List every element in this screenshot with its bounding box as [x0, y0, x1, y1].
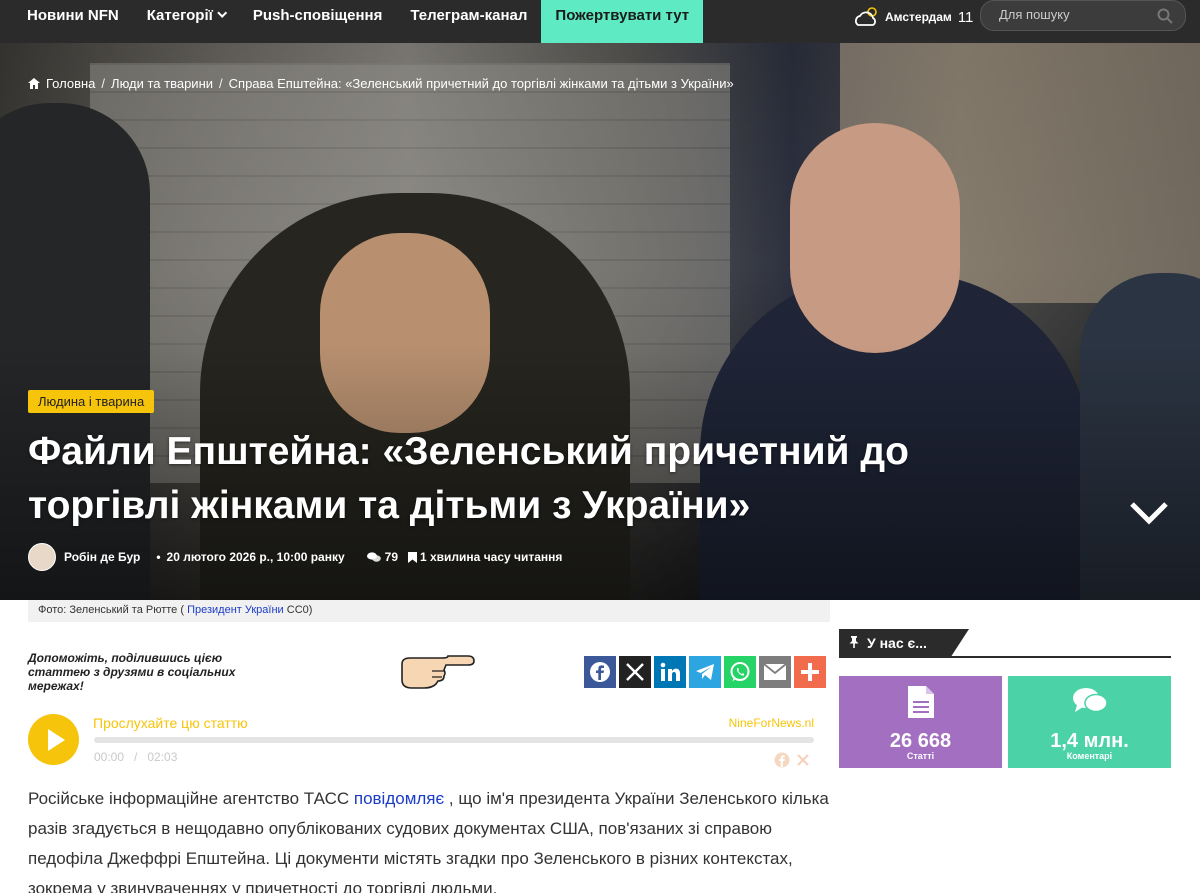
whatsapp-icon — [730, 662, 750, 682]
hero-image: Головна / Люди та тварини / Справа Епште… — [0, 43, 1200, 600]
weather-widget[interactable]: Амстердам 11 — [853, 6, 973, 28]
article-meta: Робін де Бур • 20 лютого 2026 р., 10:00 … — [28, 543, 562, 571]
breadcrumb-separator: / — [101, 76, 106, 91]
author-name[interactable]: Робін де Бур — [64, 550, 140, 564]
pin-icon — [849, 636, 859, 648]
chevron-down-icon[interactable] — [1128, 498, 1170, 528]
chevron-down-icon — [217, 8, 228, 18]
bookmark-icon — [408, 551, 417, 563]
author-avatar[interactable] — [28, 543, 56, 571]
audio-title: Прослухайте цю статтю — [93, 715, 248, 731]
telegram-icon — [696, 664, 714, 680]
share-telegram-button[interactable] — [689, 656, 721, 688]
nav-item-telegram[interactable]: Телеграм-канал — [396, 0, 541, 43]
audio-progress-bar[interactable] — [94, 737, 814, 743]
search-input[interactable] — [999, 7, 1149, 22]
cloud-sun-icon — [855, 7, 877, 26]
articles-count: 26 668 — [889, 730, 952, 752]
breadcrumb: Головна / Люди та тварини / Справа Епште… — [28, 76, 734, 91]
x-icon — [626, 663, 644, 681]
sidebar-heading: У нас є... — [839, 629, 969, 657]
share-x-button[interactable] — [619, 656, 651, 688]
read-time: 1 хвилина часу читання — [408, 550, 562, 564]
photo-caption: Фото: Зеленський та Рютте ( Президент Ук… — [28, 600, 830, 622]
facebook-icon[interactable] — [774, 752, 790, 768]
share-email-button[interactable] — [759, 656, 791, 688]
breadcrumb-section[interactable]: Люди та тварини — [111, 76, 213, 91]
share-facebook-button[interactable] — [584, 656, 616, 688]
category-badge[interactable]: Людина і тварина — [28, 390, 155, 413]
document-icon — [907, 686, 934, 718]
audio-brand-link[interactable]: NineForNews.nl — [729, 716, 814, 730]
weather-temperature: 11 — [957, 8, 974, 26]
article-title: Файли Епштейна: «Зеленський причетний до… — [28, 430, 909, 527]
search-box — [980, 0, 1186, 31]
document-icon-wrap — [839, 686, 1002, 718]
source-link[interactable]: повідомляє — [354, 789, 444, 808]
audio-times: 00:00 / 02:03 — [94, 750, 177, 764]
nav-item-categories-label: Категорії — [146, 7, 213, 24]
x-icon[interactable] — [796, 753, 810, 767]
audio-current-time: 00:00 — [94, 750, 125, 764]
pointing-hand-icon — [401, 655, 475, 689]
comments-stat-box[interactable]: 1,4 млн. Коментарі — [1008, 676, 1171, 768]
linkedin-icon — [660, 662, 680, 681]
share-linkedin-button[interactable] — [654, 656, 686, 688]
audio-player: Прослухайте цю статтю NineForNews.nl 00:… — [28, 712, 828, 772]
nav-item-news[interactable]: Новини NFN — [0, 0, 133, 43]
email-icon — [763, 663, 787, 680]
facebook-icon — [590, 662, 610, 682]
weather-city: Амстердам — [885, 10, 952, 24]
article-date: 20 лютого 2026 р., 10:00 ранку — [166, 550, 345, 564]
comments-count-value: 79 — [384, 550, 398, 564]
share-more-button[interactable] — [794, 656, 826, 688]
read-time-text: 1 хвилина часу читання — [420, 550, 563, 564]
breadcrumb-separator: / — [219, 76, 223, 91]
articles-label: Статті — [906, 751, 935, 761]
share-whatsapp-button[interactable] — [724, 656, 756, 688]
comments-icon-wrap — [1008, 686, 1171, 716]
share-prompt: Допоможіть, поділившись цією статтею з д… — [28, 651, 236, 693]
breadcrumb-current: Справа Епштейна: «Зеленський причетний д… — [228, 76, 734, 91]
audio-duration: 02:03 — [147, 750, 178, 764]
articles-stat-box[interactable]: 26 668 Статті — [839, 676, 1002, 768]
hero-face-rutte — [790, 123, 960, 353]
body-text-start: Російське інформаційне агентство ТАСС — [28, 789, 354, 808]
comments-icon — [1072, 688, 1108, 713]
search-icon[interactable] — [1157, 8, 1173, 24]
comments-label: Коментарі — [1066, 751, 1113, 761]
sidebar-divider — [839, 656, 1171, 658]
caption-link[interactable]: Президент України — [187, 604, 284, 616]
nav-item-push[interactable]: Push-сповіщення — [239, 0, 397, 43]
sidebar-heading-text: У нас є... — [867, 635, 927, 651]
play-button[interactable] — [28, 714, 79, 765]
time-separator: / — [134, 750, 138, 764]
donate-button[interactable]: Пожертвувати тут — [541, 0, 704, 43]
plus-icon — [801, 663, 819, 681]
caption-suffix: CC0) — [286, 604, 313, 616]
breadcrumb-home[interactable]: Головна — [46, 76, 95, 91]
caption-prefix: Фото: Зеленський та Рютте ( — [38, 604, 185, 616]
comments-count[interactable]: 79 — [366, 550, 398, 564]
share-buttons — [584, 656, 826, 688]
nav-item-categories[interactable]: Категорії — [133, 0, 239, 43]
home-icon — [28, 78, 40, 89]
comments-total: 1,4 млн. — [1050, 730, 1129, 752]
meta-bullet: • — [156, 550, 161, 564]
article-body-paragraph: Російське інформаційне агентство ТАСС по… — [28, 784, 838, 893]
comments-icon — [366, 551, 381, 562]
